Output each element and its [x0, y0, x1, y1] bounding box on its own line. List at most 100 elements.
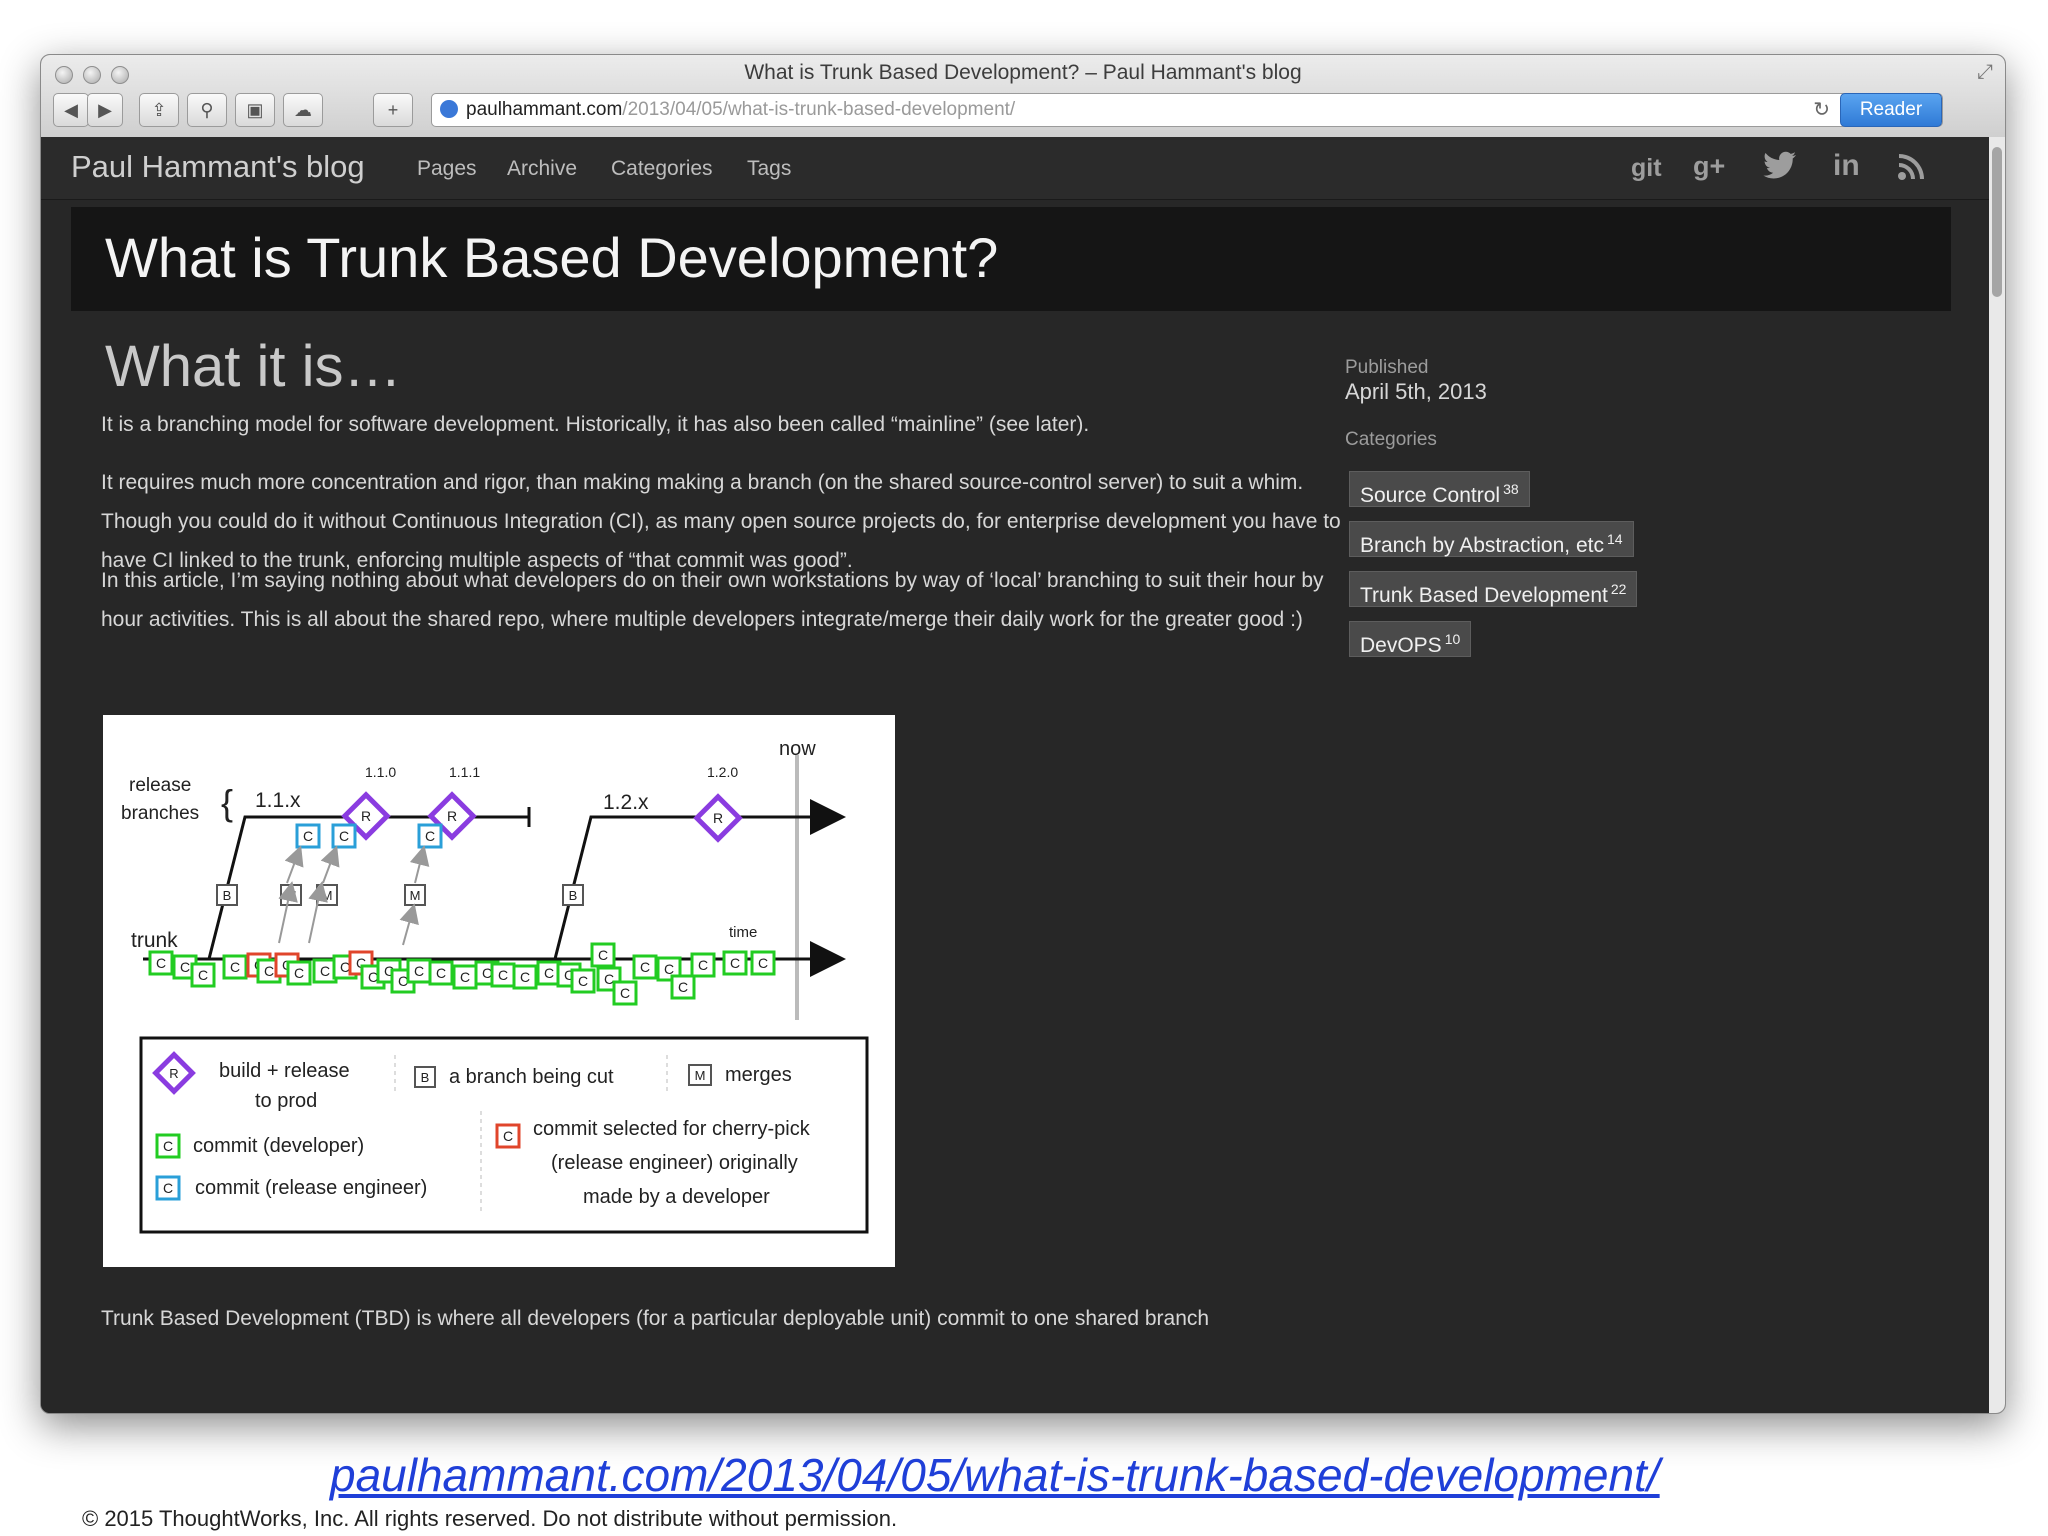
- article-hero: What is Trunk Based Development?: [71, 207, 1951, 311]
- now-label: now: [779, 738, 816, 760]
- legend-to-prod: to prod: [255, 1090, 317, 1112]
- legend-branch-cut: a branch being cut: [449, 1066, 614, 1088]
- commit-letter: C: [414, 963, 424, 979]
- svg-text:B: B: [569, 888, 578, 903]
- cloud-icon[interactable]: ☁: [283, 93, 323, 127]
- legend-commit-rel: commit (release engineer): [195, 1177, 427, 1199]
- rss-icon[interactable]: [1897, 151, 1927, 188]
- categories-label: Categories: [1345, 429, 1437, 450]
- paragraph-3: In this article, I’m saying nothing abou…: [101, 569, 1324, 631]
- version-1-2-0: 1.2.0: [707, 764, 738, 780]
- svg-text:R: R: [447, 808, 457, 824]
- commit-letter: C: [230, 959, 240, 975]
- commit-letter: C: [640, 959, 650, 975]
- trunk-label: trunk: [131, 929, 178, 952]
- branch-1-line: [207, 815, 529, 960]
- site-brand[interactable]: Paul Hammant's blog: [71, 149, 365, 185]
- vertical-scrollbar[interactable]: [1989, 137, 2005, 1413]
- url-path: /2013/04/05/what-is-trunk-based-developm…: [622, 99, 1016, 120]
- fullscreen-icon[interactable]: ⤢: [1977, 61, 1993, 84]
- commit-letter: C: [264, 963, 274, 979]
- nav-link-categories[interactable]: Categories: [611, 157, 713, 181]
- share-icon[interactable]: ⇪: [139, 93, 179, 127]
- branch-merge-markers: [216, 884, 584, 906]
- brace-glyph: {: [221, 782, 233, 823]
- category-name: Source Control: [1360, 484, 1501, 507]
- commit-letter: C: [678, 979, 688, 995]
- legend-build-release: build + release: [219, 1060, 350, 1082]
- legend-merges: merges: [725, 1064, 792, 1086]
- commit-letter: C: [180, 959, 190, 975]
- category-tag[interactable]: Source Control 38: [1349, 471, 1530, 507]
- published-label: Published: [1345, 357, 1429, 378]
- release-label: release: [129, 775, 191, 796]
- version-1-1-1: 1.1.1: [449, 764, 480, 780]
- svg-text:C: C: [339, 828, 349, 844]
- commit-letter: C: [698, 957, 708, 973]
- legend-b-letter: B: [421, 1070, 430, 1085]
- section-heading: What it is…: [105, 334, 402, 399]
- commit-letter: C: [294, 965, 304, 981]
- branch-2-label: 1.2.x: [603, 791, 649, 814]
- legend-cherry-3: made by a developer: [583, 1186, 770, 1208]
- commit-letter: C: [520, 969, 530, 985]
- scrollbar-thumb[interactable]: [1992, 147, 2002, 297]
- reader-button[interactable]: Reader: [1840, 93, 1942, 127]
- legend-cherry-2: (release engineer) originally: [551, 1152, 798, 1174]
- window-title: What is Trunk Based Development? – Paul …: [744, 61, 1302, 84]
- globe-icon: [440, 100, 458, 118]
- svg-text:C: C: [425, 828, 435, 844]
- commit-letter: C: [460, 969, 470, 985]
- svg-text:M: M: [322, 888, 333, 903]
- nav-link-pages[interactable]: Pages: [417, 157, 477, 181]
- back-button[interactable]: ◀: [53, 93, 89, 127]
- category-tag[interactable]: Branch by Abstraction, etc 14: [1349, 521, 1634, 557]
- new-tab-button[interactable]: +: [373, 93, 413, 127]
- legend-r-letter: R: [169, 1066, 178, 1081]
- clip-icon[interactable]: ▣: [235, 93, 275, 127]
- paragraph-4: Trunk Based Development (TBD) is where a…: [101, 1307, 1210, 1330]
- twitter-icon[interactable]: [1763, 151, 1797, 188]
- nav-link-archive[interactable]: Archive: [507, 157, 577, 181]
- forward-button[interactable]: ▶: [87, 93, 123, 127]
- nav-link-tags[interactable]: Tags: [747, 157, 791, 181]
- category-count: 14: [1606, 531, 1623, 547]
- category-name: Branch by Abstraction, etc: [1360, 534, 1604, 557]
- paragraph-1: It is a branching model for software dev…: [101, 413, 1090, 436]
- legend-m-letter: M: [695, 1068, 706, 1083]
- address-bar[interactable]: paulhammant.com/2013/04/05/what-is-trunk…: [431, 93, 1943, 127]
- marker-letters: BMM MB: [223, 888, 578, 903]
- browser-toolbar: ◀ ▶ ⇪ ⚲ ▣ ☁ + paulhammant.com/2013/04/05…: [53, 93, 1993, 129]
- footer-url-link[interactable]: paulhammant.com/2013/04/05/what-is-trunk…: [330, 1448, 1660, 1502]
- category-tag[interactable]: Trunk Based Development 22: [1349, 571, 1638, 607]
- linkedin-icon[interactable]: in: [1833, 149, 1860, 183]
- article-title: What is Trunk Based Development?: [105, 226, 999, 289]
- category-name: DevOPS: [1360, 634, 1442, 657]
- branches-label: branches: [121, 803, 199, 824]
- commit-letter: C: [578, 973, 588, 989]
- category-tag[interactable]: DevOPS 10: [1349, 621, 1472, 657]
- version-1-1-0: 1.1.0: [365, 764, 396, 780]
- svg-text:R: R: [361, 808, 371, 824]
- commit-letter: C: [320, 963, 330, 979]
- google-plus-icon[interactable]: g+: [1693, 151, 1725, 182]
- svg-text:R: R: [713, 810, 723, 826]
- svg-text:M: M: [410, 888, 421, 903]
- category-count: 38: [1503, 481, 1519, 497]
- legend-c-letter: C: [163, 1138, 173, 1154]
- category-count: 10: [1444, 631, 1461, 647]
- copyright-text: © 2015 ThoughtWorks, Inc. All rights res…: [82, 1506, 898, 1531]
- commit-letter: C: [730, 955, 740, 971]
- reload-icon[interactable]: ↻: [1813, 97, 1830, 122]
- tools-icon[interactable]: ⚲: [187, 93, 227, 127]
- browser-window: What is Trunk Based Development? – Paul …: [40, 54, 2006, 1414]
- commit-letter: C: [544, 965, 554, 981]
- git-icon[interactable]: git: [1631, 154, 1662, 183]
- commit-letter: C: [598, 947, 608, 963]
- published-date: April 5th, 2013: [1345, 379, 1487, 404]
- branching-diagram: now release branches { 1.1.x 1.2.x 1.1.0…: [103, 715, 895, 1267]
- branch-1-label: 1.1.x: [255, 789, 301, 812]
- category-name: Trunk Based Development: [1360, 584, 1608, 607]
- legend-cherry-1: commit selected for cherry-pick: [533, 1118, 811, 1140]
- category-count: 22: [1610, 581, 1627, 597]
